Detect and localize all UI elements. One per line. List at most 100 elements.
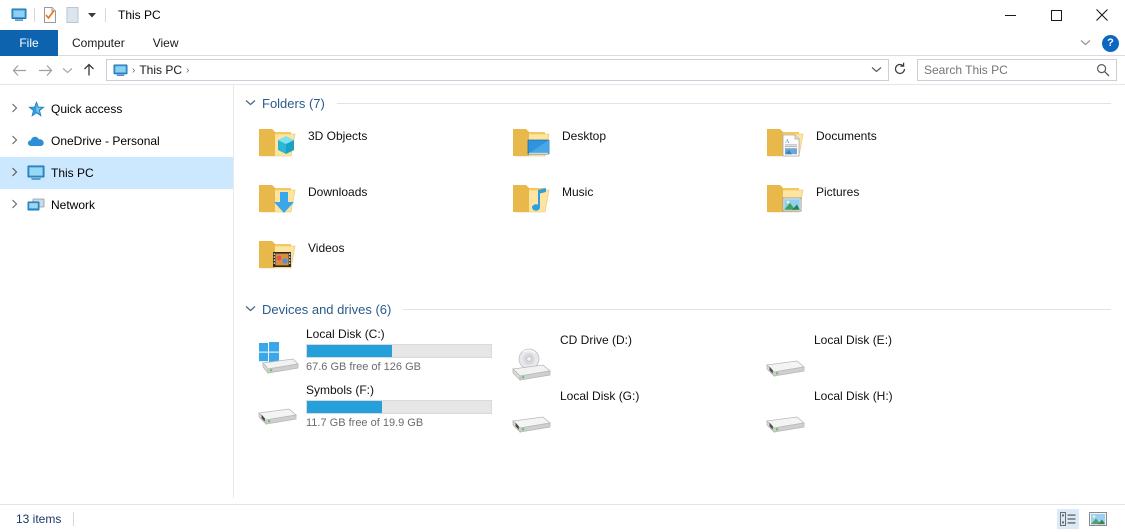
drives-group-header[interactable]: Devices and drives (6) xyxy=(244,291,1125,317)
sidebar-item-this-pc[interactable]: This PC xyxy=(0,157,233,189)
maximize-button[interactable] xyxy=(1033,0,1079,30)
status-bar: 13 items xyxy=(0,504,1125,532)
folder-item-music[interactable]: Music xyxy=(498,171,752,227)
folders-tile-grid: 3D Objects Desktop A Documents Downloads… xyxy=(244,111,1125,283)
explorer-body: Quick access OneDrive - Personal This PC… xyxy=(0,85,1125,498)
breadcrumb-separator-1[interactable]: › xyxy=(132,65,135,76)
group-divider xyxy=(336,102,1111,104)
tab-view[interactable]: View xyxy=(139,30,193,56)
minimize-button[interactable] xyxy=(987,0,1033,30)
properties-icon[interactable] xyxy=(39,4,61,26)
folder-music-icon xyxy=(508,175,556,223)
refresh-button[interactable] xyxy=(889,62,911,79)
sidebar-item-label: Quick access xyxy=(51,102,123,116)
tab-file[interactable]: File xyxy=(0,30,58,56)
drive-item-symbols-f[interactable]: Symbols (F:) 11.7 GB free of 19.9 GB xyxy=(244,377,498,433)
folder-item-desktop[interactable]: Desktop xyxy=(498,115,752,171)
sidebar-item-label: OneDrive - Personal xyxy=(51,134,160,148)
drive-label: CD Drive (D:) xyxy=(560,333,632,347)
sidebar-item-quick-access[interactable]: Quick access xyxy=(0,93,233,125)
hard-drive-icon xyxy=(254,389,302,437)
status-separator xyxy=(73,511,75,526)
title-bar: This PC xyxy=(0,0,1125,30)
system-menu-monitor-icon[interactable] xyxy=(8,4,30,26)
qat-separator xyxy=(34,8,35,22)
ribbon-right-controls: ? xyxy=(1078,30,1119,56)
sidebar-item-label: Network xyxy=(51,198,96,212)
chevron-down-icon[interactable] xyxy=(244,304,256,315)
help-button[interactable]: ? xyxy=(1102,34,1119,52)
cloud-icon xyxy=(24,134,48,148)
chevron-right-icon[interactable] xyxy=(4,135,24,147)
drive-label: Symbols (F:) xyxy=(306,383,375,397)
drive-label: Local Disk (H:) xyxy=(814,389,893,403)
folder-item-videos[interactable]: Videos xyxy=(244,227,498,283)
address-path-field[interactable]: › This PC › xyxy=(106,59,889,81)
drive-item-local-disk-h[interactable]: Local Disk (H:) xyxy=(752,377,1006,433)
drive-info: Symbols (F:) 11.7 GB free of 19.9 GB xyxy=(306,383,492,429)
drive-item-cd-drive-d[interactable]: CD Drive (D:) xyxy=(498,321,752,381)
breadcrumb-this-pc[interactable]: This PC xyxy=(139,63,182,77)
forward-button[interactable] xyxy=(32,58,58,82)
chevron-right-icon[interactable] xyxy=(4,199,24,211)
chevron-right-icon[interactable] xyxy=(4,103,24,115)
chevron-right-icon[interactable] xyxy=(4,167,24,179)
sidebar-item-network[interactable]: Network xyxy=(0,189,233,221)
view-mode-buttons xyxy=(1057,508,1117,529)
folder-item-3d-objects[interactable]: 3D Objects xyxy=(244,115,498,171)
tab-computer[interactable]: Computer xyxy=(58,30,139,56)
address-bar-monitor-icon xyxy=(113,63,128,77)
folder-item-documents[interactable]: A Documents xyxy=(752,115,1006,171)
drive-item-local-disk-e[interactable]: Local Disk (E:) xyxy=(752,321,1006,377)
qat-separator-2 xyxy=(105,8,106,22)
drive-info: Local Disk (C:) 67.6 GB free of 126 GB xyxy=(306,327,492,373)
qat-dropdown-icon[interactable] xyxy=(83,4,101,26)
chevron-down-icon[interactable] xyxy=(244,98,256,109)
drive-item-local-disk-c[interactable]: Local Disk (C:) 67.6 GB free of 126 GB xyxy=(244,321,498,377)
drives-group-title: Devices and drives (6) xyxy=(262,301,392,317)
large-icons-view-button[interactable] xyxy=(1087,509,1109,529)
folder-item-pictures[interactable]: Pictures xyxy=(752,171,1006,227)
folder-videos-icon xyxy=(254,231,302,279)
search-icon[interactable] xyxy=(1096,63,1110,77)
folder-3dobjects-icon xyxy=(254,119,302,167)
drive-info: Local Disk (E:) xyxy=(814,327,892,350)
search-input[interactable]: Search This PC xyxy=(917,59,1117,81)
address-dropdown-icon[interactable] xyxy=(866,65,886,75)
folder-item-label: 3D Objects xyxy=(308,129,368,143)
folder-item-label: Videos xyxy=(308,241,345,255)
capacity-bar xyxy=(306,400,492,414)
close-button[interactable] xyxy=(1079,0,1125,30)
hard-drive-icon xyxy=(508,397,556,445)
folder-item-label: Desktop xyxy=(562,129,607,143)
drive-free-space: 11.7 GB free of 19.9 GB xyxy=(306,417,424,429)
group-divider xyxy=(403,308,1111,310)
sidebar-item-onedrive[interactable]: OneDrive - Personal xyxy=(0,125,233,157)
folder-item-label: Pictures xyxy=(816,185,860,199)
recent-locations-button[interactable] xyxy=(58,58,76,82)
up-button[interactable] xyxy=(76,58,102,82)
new-item-icon[interactable] xyxy=(61,4,83,26)
folder-documents-icon: A xyxy=(762,119,810,167)
details-view-button[interactable] xyxy=(1057,508,1079,529)
chevron-down-icon[interactable] xyxy=(1078,37,1092,49)
star-icon xyxy=(24,100,48,118)
drive-label: Local Disk (G:) xyxy=(560,389,640,403)
ribbon-tab-bar: File Computer View ? xyxy=(0,30,1125,56)
content-pane: Folders (7) 3D Objects Desktop A Documen… xyxy=(234,85,1125,498)
drive-info: CD Drive (D:) xyxy=(560,327,632,350)
capacity-bar-fill xyxy=(307,345,392,357)
capacity-bar-fill xyxy=(307,401,383,413)
folder-item-downloads[interactable]: Downloads xyxy=(244,171,498,227)
window-controls xyxy=(987,0,1125,30)
drive-info: Local Disk (H:) xyxy=(814,383,893,406)
window-title: This PC xyxy=(118,8,161,22)
folders-group-title: Folders (7) xyxy=(262,95,325,111)
drive-item-local-disk-g[interactable]: Local Disk (G:) xyxy=(498,377,752,433)
back-button[interactable] xyxy=(6,58,32,82)
address-bar: › This PC › Search This PC xyxy=(0,56,1125,85)
folder-downloads-icon xyxy=(254,175,302,223)
folders-group-header[interactable]: Folders (7) xyxy=(244,85,1125,111)
breadcrumb-separator-2[interactable]: › xyxy=(186,65,189,76)
quick-access-toolbar: This PC xyxy=(0,0,161,30)
